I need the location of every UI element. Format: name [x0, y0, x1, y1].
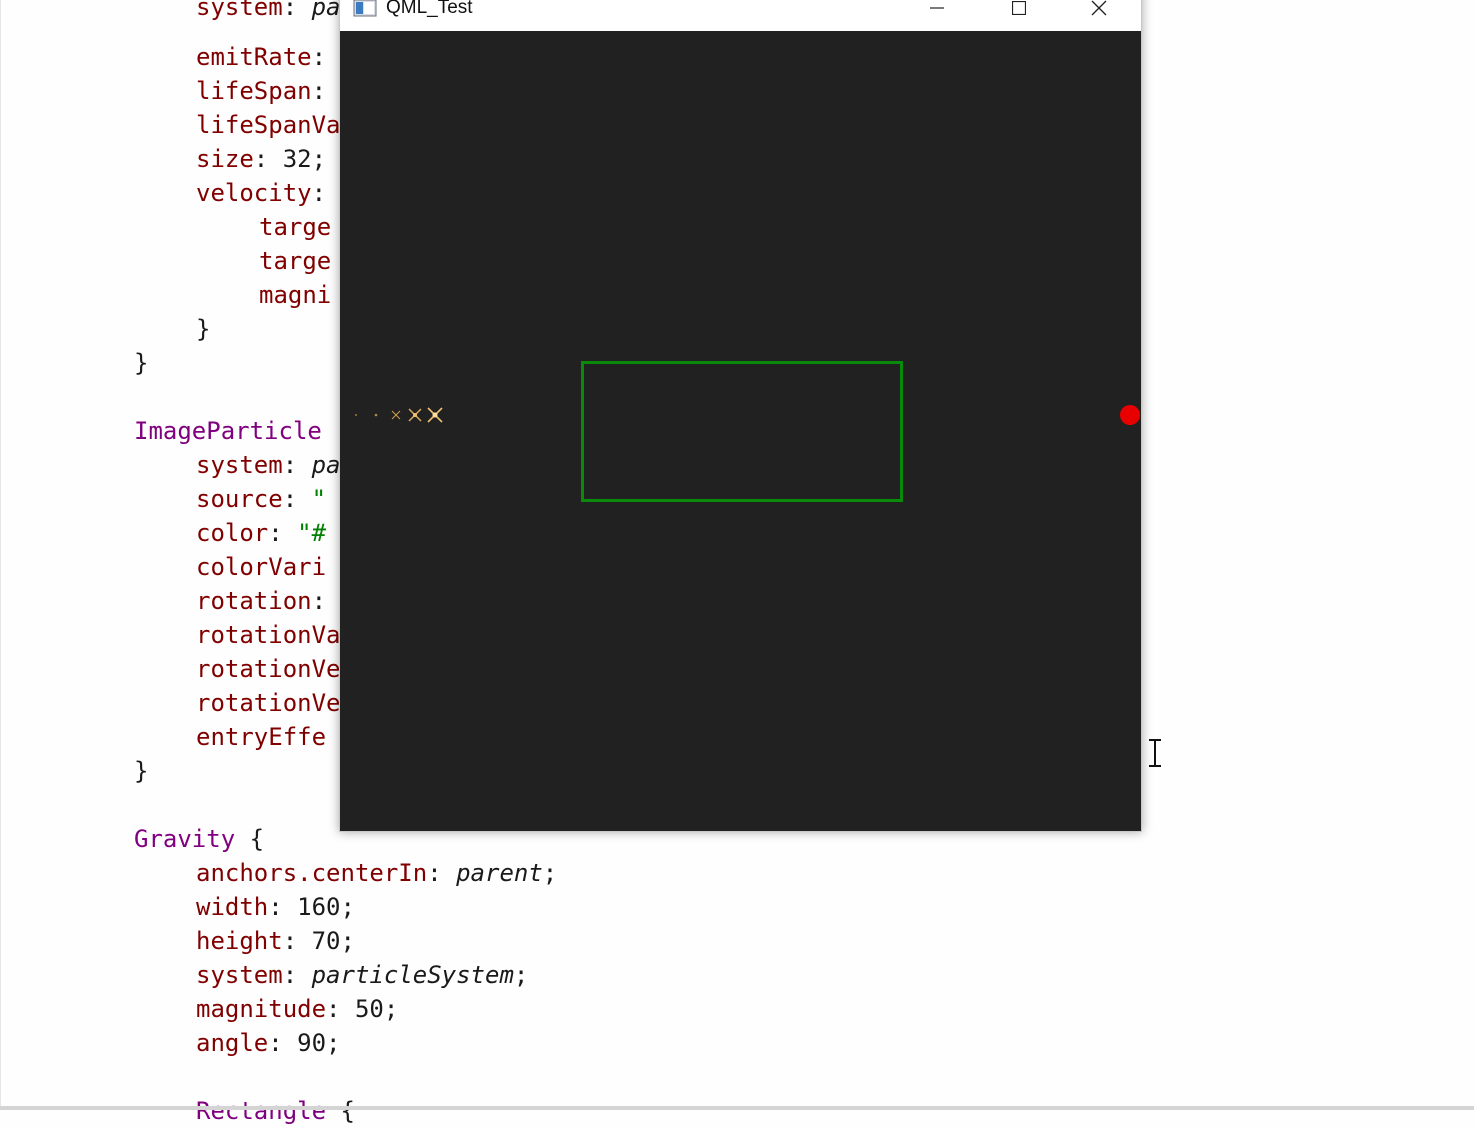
editor-bottom-border [0, 1106, 1474, 1110]
particle-trail [355, 407, 443, 423]
code-line: magni [259, 281, 332, 309]
code-line: targe [259, 213, 332, 241]
code-line: entryEffe [196, 723, 327, 751]
qml-canvas[interactable] [340, 31, 1141, 831]
window-title: QML_Test [386, 0, 473, 18]
sparkle-particle [427, 407, 443, 423]
code-line: color: "# [196, 519, 327, 547]
minimize-button[interactable] [897, 0, 977, 31]
code-line: rotation: [196, 587, 327, 615]
gravity-area-rectangle [581, 361, 903, 502]
code-line: height: 70; [196, 927, 355, 955]
maximize-button[interactable] [979, 0, 1059, 31]
minimize-icon [930, 7, 944, 9]
window-titlebar[interactable]: QML_Test [340, 0, 1141, 31]
code-line: width: 160; [196, 893, 355, 921]
code-line: angle: 90; [196, 1029, 341, 1057]
code-line: emitRate: [196, 43, 327, 71]
code-line: } [196, 315, 211, 343]
code-line: velocity: [196, 179, 327, 207]
sparkle-particle [408, 408, 422, 422]
code-line: colorVari [196, 553, 327, 581]
code-line: lifeSpanVa [196, 111, 341, 139]
sparkle-particle [391, 410, 401, 420]
code-line: magnitude: 50; [196, 995, 399, 1023]
code-line: rotationVe [196, 655, 341, 683]
text-cursor-icon [1149, 739, 1161, 767]
code-line: anchors.centerIn: parent; [196, 859, 558, 887]
code-line: rotationVe [196, 689, 341, 717]
emitter-dot [1120, 405, 1140, 425]
close-icon [1091, 0, 1107, 16]
code-line: rotationVa [196, 621, 341, 649]
code-line: system: pa [196, 451, 341, 479]
code-line: } [134, 349, 149, 377]
qml-test-window[interactable]: QML_Test [339, 0, 1142, 832]
code-line: } [134, 757, 149, 785]
code-line: Gravity { [134, 825, 265, 853]
code-line: ImageParticle [134, 417, 322, 445]
editor-left-border [0, 0, 1, 1110]
code-line: source: " [196, 485, 327, 513]
code-line: system: pa [196, 0, 341, 21]
code-line: Rectangle { [196, 1097, 355, 1125]
code-line: targe [259, 247, 332, 275]
maximize-icon [1012, 1, 1026, 15]
code-line: lifeSpan: [196, 77, 327, 105]
close-button[interactable] [1059, 0, 1139, 31]
app-window-icon [353, 0, 377, 17]
code-line: system: particleSystem; [196, 961, 529, 989]
code-line: size: 32; [196, 145, 327, 173]
